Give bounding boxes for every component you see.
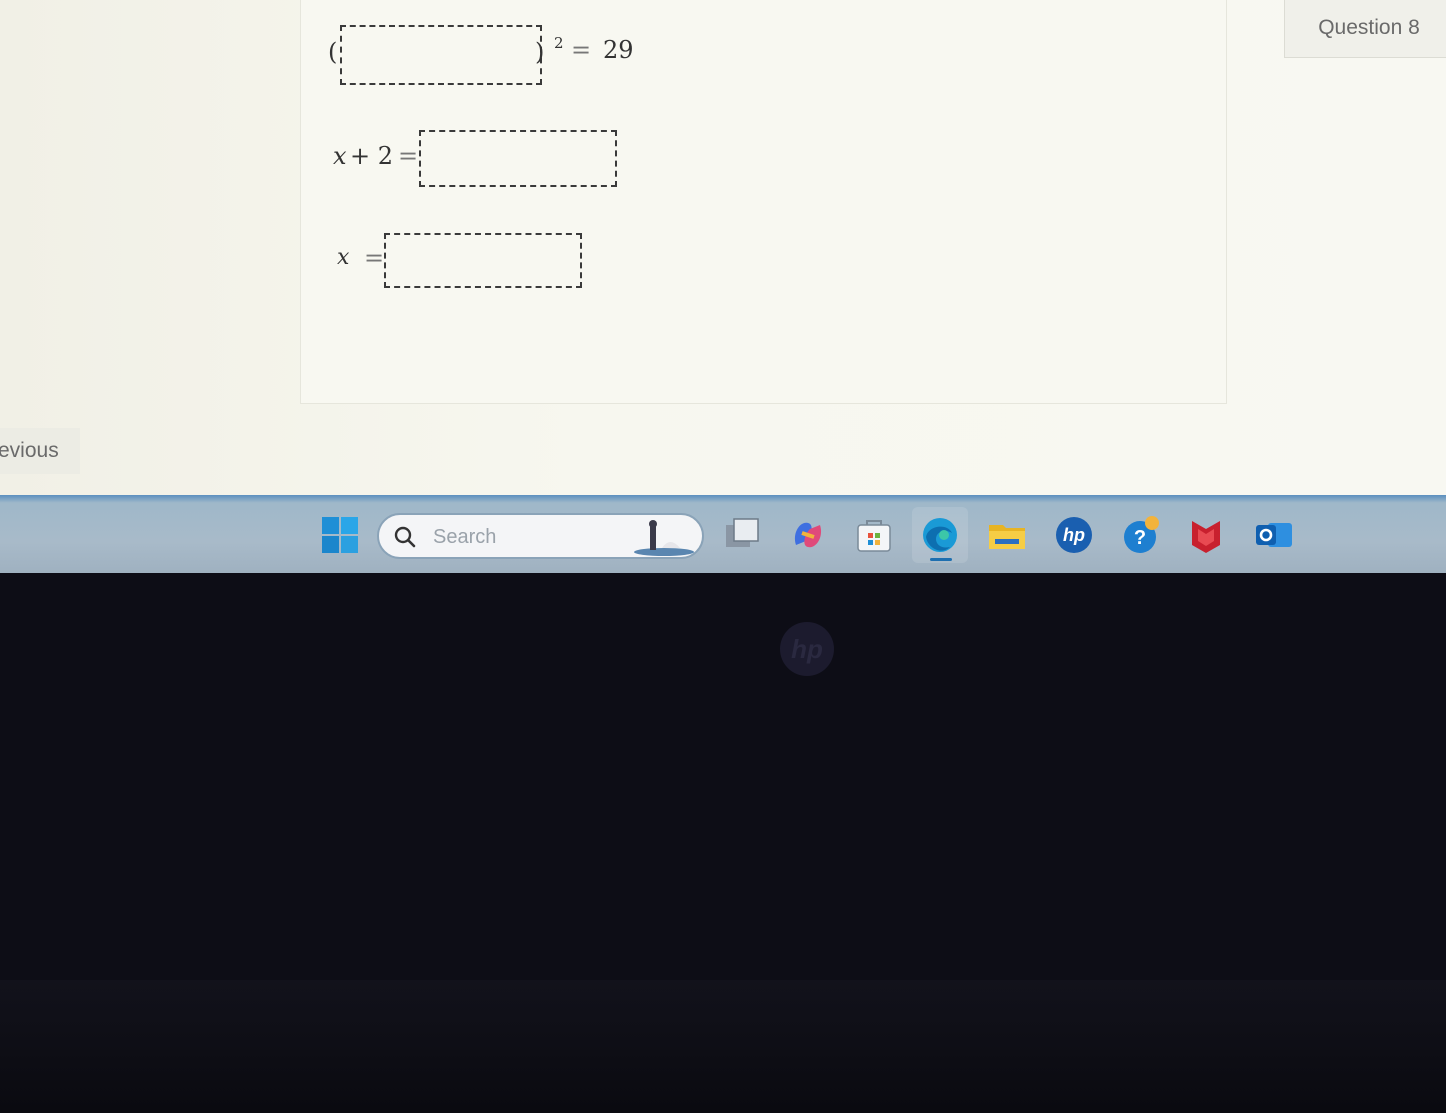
task-view-icon[interactable] — [722, 515, 762, 555]
answer-box-2[interactable] — [419, 130, 617, 187]
previous-button[interactable]: evious — [0, 428, 80, 474]
rhs-value: 29 — [603, 36, 634, 64]
svg-text:?: ? — [1134, 527, 1146, 549]
plus-two: + 2 — [350, 142, 394, 170]
edge-active-indicator — [930, 558, 952, 561]
close-paren: ) — [535, 38, 545, 66]
keyboard-area — [0, 980, 1446, 1113]
windows-start-icon[interactable] — [320, 515, 360, 555]
copilot-icon[interactable] — [788, 515, 828, 555]
bezel-logo: hp — [780, 622, 834, 676]
store-icon[interactable] — [854, 515, 894, 555]
svg-text:hp: hp — [1063, 525, 1085, 545]
answer-box-3[interactable] — [384, 233, 582, 288]
taskbar-search[interactable]: Search — [377, 513, 704, 559]
search-highlight-art-icon — [634, 520, 694, 556]
mcafee-icon[interactable] — [1186, 515, 1226, 555]
exponent: 2 — [554, 34, 564, 52]
equals-sign-3: = — [364, 244, 385, 272]
hp-icon[interactable]: hp — [1054, 515, 1094, 555]
browser-viewport: ( ) 2 = 29 x + 2 = x = Question 8 evious — [0, 0, 1446, 495]
search-placeholder: Search — [433, 526, 497, 548]
equals-sign-1: = — [571, 36, 592, 64]
question-tab[interactable]: Question 8 — [1284, 0, 1446, 58]
windows-taskbar: Search hp ? — [0, 495, 1446, 573]
equals-sign-2: = — [398, 142, 419, 170]
edge-icon[interactable] — [920, 515, 960, 555]
variable-x: x — [333, 142, 347, 170]
file-explorer-icon[interactable] — [987, 515, 1027, 555]
search-icon — [394, 526, 416, 548]
help-icon[interactable]: ? — [1120, 515, 1160, 555]
answer-box-1[interactable] — [340, 25, 542, 85]
open-paren: ( — [328, 38, 338, 66]
variable-x-2: x — [337, 245, 350, 270]
outlook-icon[interactable] — [1254, 515, 1294, 555]
